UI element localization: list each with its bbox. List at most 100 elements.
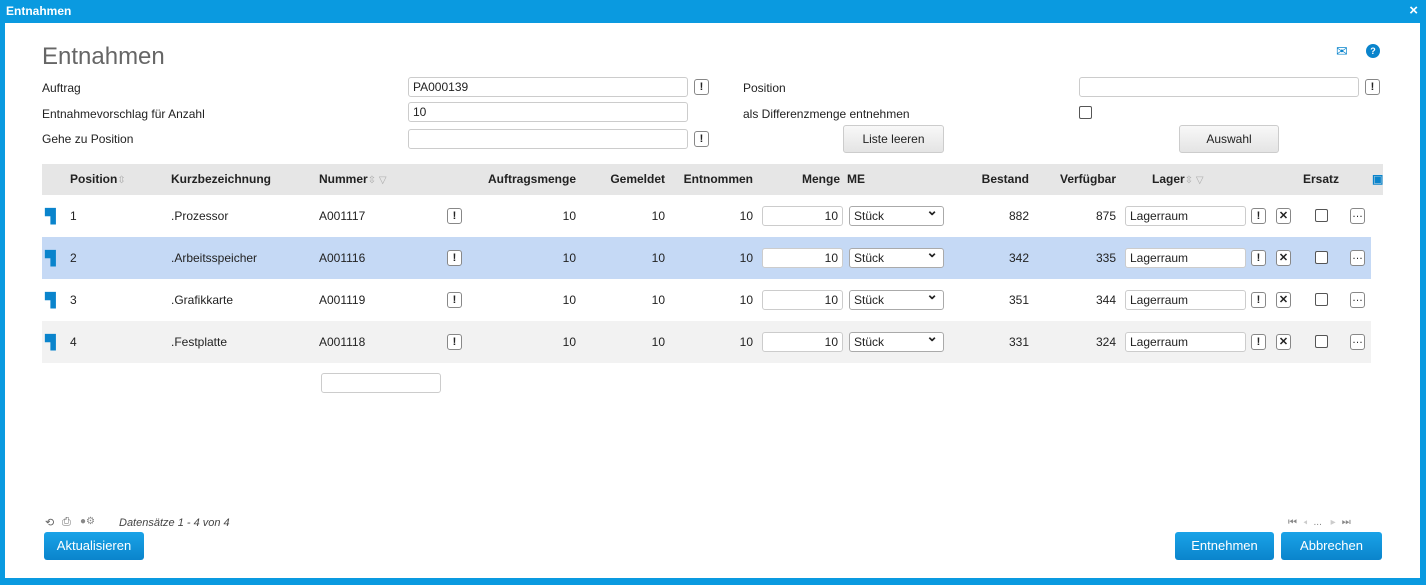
cell-auftragsmenge: 10 xyxy=(562,293,576,307)
cell-verfuegbar: 875 xyxy=(1095,209,1116,223)
col-verfuegbar[interactable]: Verfügbar xyxy=(1060,164,1116,195)
auswahl-button[interactable]: Auswahl xyxy=(1179,125,1279,153)
col-bestand[interactable]: Bestand xyxy=(982,164,1029,195)
last-page-icon[interactable]: ⏭ xyxy=(1342,517,1357,528)
cell-kurz: .Festplatte xyxy=(171,335,228,349)
me-select[interactable]: Stück xyxy=(849,203,944,226)
dialog-body: Entnahmen ✉ ? Auftrag PA000139 ! Entnahm… xyxy=(5,23,1420,578)
ersatz-checkbox[interactable] xyxy=(1315,209,1328,222)
menge-input[interactable]: 10 xyxy=(762,290,843,310)
table-row[interactable]: ▜ 1 .Prozessor A001117 ! 10 10 10 10 Stü… xyxy=(42,195,1371,237)
cell-kurz: .Arbeitsspeicher xyxy=(171,251,258,265)
mail-icon[interactable]: ✉ xyxy=(1336,43,1348,60)
nummer-info-button[interactable]: ! xyxy=(447,250,462,266)
col-kurz[interactable]: Kurzbezeichnung xyxy=(171,164,271,195)
clear-lager-button[interactable]: ✕ xyxy=(1276,292,1291,308)
aktualisieren-button[interactable]: Aktualisieren xyxy=(44,532,144,560)
col-ersatz[interactable]: Ersatz xyxy=(1303,164,1339,195)
col-lager[interactable]: Lager⇳ ▽ xyxy=(1152,164,1204,196)
nummer-info-button[interactable]: ! xyxy=(447,334,462,350)
me-select[interactable]: Stück xyxy=(849,287,944,310)
more-button[interactable]: … xyxy=(1350,292,1365,308)
entnehmen-button[interactable]: Entnehmen xyxy=(1175,532,1274,560)
lager-input[interactable]: Lagerraum xyxy=(1125,248,1246,268)
more-button[interactable]: … xyxy=(1350,250,1365,266)
pager: ⏮◂... ▸⏭ xyxy=(1288,517,1357,528)
col-position[interactable]: Position⇳ xyxy=(70,164,126,196)
col-entnommen[interactable]: Entnommen xyxy=(684,164,753,195)
lager-info-button[interactable]: ! xyxy=(1251,292,1266,308)
nummer-info-button[interactable]: ! xyxy=(447,208,462,224)
clear-lager-button[interactable]: ✕ xyxy=(1276,250,1291,266)
position-info-button[interactable]: ! xyxy=(1365,79,1380,95)
cell-gemeldet: 10 xyxy=(651,293,665,307)
settings-icon[interactable]: ●⚙ xyxy=(80,516,95,527)
lager-info-button[interactable]: ! xyxy=(1251,334,1266,350)
close-icon[interactable]: × xyxy=(1409,0,1418,22)
ersatz-checkbox[interactable] xyxy=(1315,251,1328,264)
table-row[interactable]: ▜ 2 .Arbeitsspeicher A001116 ! 10 10 10 … xyxy=(42,237,1371,279)
more-button[interactable]: … xyxy=(1350,334,1365,350)
ersatz-checkbox[interactable] xyxy=(1315,335,1328,348)
window-title: Entnahmen xyxy=(6,4,72,18)
cell-position: 3 xyxy=(70,293,77,307)
article-icon[interactable]: ▜ xyxy=(45,279,56,321)
lager-input[interactable]: Lagerraum xyxy=(1125,332,1246,352)
differenz-checkbox[interactable] xyxy=(1079,106,1092,119)
cell-entnommen: 10 xyxy=(739,335,753,349)
cell-kurz: .Grafikkarte xyxy=(171,293,234,307)
cell-nummer: A001118 xyxy=(319,335,366,349)
nummer-entry-input[interactable] xyxy=(321,373,441,393)
lager-input[interactable]: Lagerraum xyxy=(1125,206,1246,226)
print-icon[interactable]: ⎙ xyxy=(62,516,71,529)
lager-info-button[interactable]: ! xyxy=(1251,208,1266,224)
page-title: Entnahmen xyxy=(42,43,165,70)
lager-input[interactable]: Lagerraum xyxy=(1125,290,1246,310)
position-input[interactable] xyxy=(1079,77,1359,97)
cell-entnommen: 10 xyxy=(739,293,753,307)
next-page-icon[interactable]: ▸ xyxy=(1331,517,1342,528)
abbrechen-button[interactable]: Abbrechen xyxy=(1281,532,1382,560)
menge-input[interactable]: 10 xyxy=(762,332,843,352)
lager-info-button[interactable]: ! xyxy=(1251,250,1266,266)
menge-input[interactable]: 10 xyxy=(762,206,843,226)
me-select[interactable]: Stück xyxy=(849,329,944,352)
first-page-icon[interactable]: ⏮ xyxy=(1288,517,1303,528)
prev-page-icon[interactable]: ◂ xyxy=(1303,517,1314,528)
cell-bestand: 882 xyxy=(1008,209,1029,223)
col-me[interactable]: ME xyxy=(847,164,865,195)
article-icon[interactable]: ▜ xyxy=(45,195,56,237)
window-titlebar: Entnahmen × xyxy=(0,0,1426,22)
differenz-label: als Differenzmenge entnehmen xyxy=(743,107,910,121)
col-auftragsmenge[interactable]: Auftragsmenge xyxy=(488,164,576,195)
article-icon[interactable]: ▜ xyxy=(45,237,56,279)
refresh-icon[interactable]: ⟲ xyxy=(45,516,54,529)
table-row[interactable]: ▜ 4 .Festplatte A001118 ! 10 10 10 10 St… xyxy=(42,321,1371,363)
menge-input[interactable]: 10 xyxy=(762,248,843,268)
article-icon[interactable]: ▜ xyxy=(45,321,56,363)
more-button[interactable]: … xyxy=(1350,208,1365,224)
cell-position: 2 xyxy=(70,251,77,265)
liste-leeren-button[interactable]: Liste leeren xyxy=(843,125,944,153)
table-header: Position⇳ Kurzbezeichnung Nummer⇳ ▽ Auft… xyxy=(42,164,1383,195)
vorschlag-input[interactable]: 10 xyxy=(408,102,688,122)
nummer-info-button[interactable]: ! xyxy=(447,292,462,308)
col-nummer[interactable]: Nummer⇳ ▽ xyxy=(319,164,387,196)
gehe-info-button[interactable]: ! xyxy=(694,131,709,147)
auftrag-info-button[interactable]: ! xyxy=(694,79,709,95)
auftrag-input[interactable]: PA000139 xyxy=(408,77,688,97)
me-select[interactable]: Stück xyxy=(849,245,944,268)
col-menge[interactable]: Menge xyxy=(802,164,840,195)
cell-verfuegbar: 335 xyxy=(1095,251,1116,265)
table-row[interactable]: ▜ 3 .Grafikkarte A001119 ! 10 10 10 10 S… xyxy=(42,279,1371,321)
help-icon[interactable]: ? xyxy=(1366,44,1380,58)
ersatz-checkbox[interactable] xyxy=(1315,293,1328,306)
cell-bestand: 331 xyxy=(1008,335,1029,349)
clear-lager-button[interactable]: ✕ xyxy=(1276,208,1291,224)
col-gemeldet[interactable]: Gemeldet xyxy=(610,164,665,195)
clear-lager-button[interactable]: ✕ xyxy=(1276,334,1291,350)
gehe-label: Gehe zu Position xyxy=(42,132,134,146)
cell-nummer: A001119 xyxy=(319,293,366,307)
column-settings-icon[interactable]: ▣ xyxy=(1372,164,1383,195)
gehe-input[interactable] xyxy=(408,129,688,149)
